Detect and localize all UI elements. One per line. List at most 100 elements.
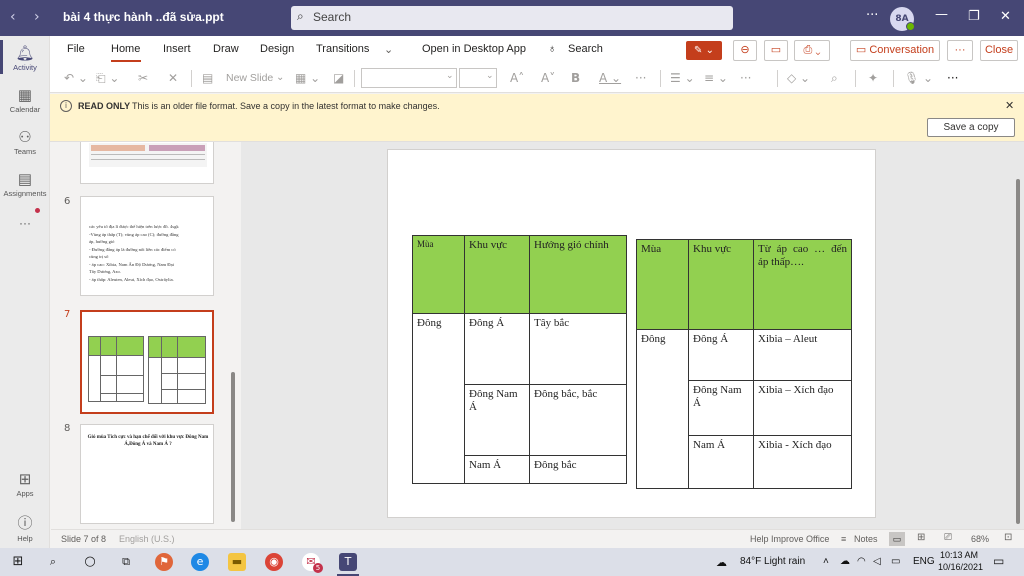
new-slide-icon[interactable]: ▤ [202,71,213,85]
slide-thumbnail-7[interactable] [80,310,214,414]
notes-icon[interactable]: ≡ [841,534,846,544]
chevron-up-icon[interactable]: ˄ [823,556,829,567]
rail-calendar[interactable]: ▦ Calendar [0,86,50,114]
font-color-icon[interactable]: A ⌄ [599,71,621,85]
chevron-down-icon[interactable]: ⌄ [276,72,284,83]
close-window-icon[interactable]: ✕ [1000,9,1011,24]
rail-assignments[interactable]: ▤ Assignments [0,170,50,198]
rail-more[interactable]: ··· [0,216,50,230]
network-icon[interactable]: ☁ [840,556,850,567]
close-icon[interactable]: ✕ [1005,99,1014,112]
app-icon[interactable]: ⚑ [155,553,173,571]
minimize-icon[interactable]: — [935,7,948,22]
tab-home[interactable]: Home [111,43,140,55]
zoom-level[interactable]: 68% [971,534,989,544]
slideshow-icon[interactable]: ⎚ [944,532,952,543]
close-button[interactable]: Close [980,40,1018,61]
weather-icon[interactable]: ☁ [716,556,727,569]
dictate-icon[interactable]: 🎙︎ ⌄ [904,71,933,85]
bullets-icon[interactable]: ☰ ⌄ [670,71,695,85]
tab-draw[interactable]: Draw [213,43,239,55]
more-options-icon[interactable]: ··· [866,8,878,23]
slide-sorter-icon[interactable]: ⊞ [917,532,925,543]
pressure-table[interactable]: Mùa Khu vực Từ áp cao … đến áp thấp…. Đô… [636,239,852,489]
more-toolbar-icon[interactable]: ··· [947,71,958,85]
layout-icon[interactable]: ▦ ⌄ [295,71,320,85]
task-view-icon[interactable]: ⧉ [117,553,135,571]
new-slide-button[interactable]: New Slide [226,72,273,84]
notification-center-icon[interactable]: ▭ [993,554,1004,568]
bold-icon[interactable]: B [571,71,580,85]
shapes-icon[interactable]: ◇ ⌄ [787,71,810,85]
more-tabs-chevron-icon[interactable]: ⌄ [384,43,393,56]
table-cell: Nam Á [688,435,754,489]
font-family-select[interactable]: ⌄ [361,68,457,88]
slide[interactable]: Mùa Khu vực Hướng gió chính Đông Đông Á … [387,149,876,518]
tab-transitions[interactable]: Transitions [316,43,369,55]
help-improve-office-link[interactable]: Help Improve Office [750,534,829,544]
notes-button[interactable]: Notes [854,534,878,544]
designer-icon[interactable]: ✦ [868,71,878,85]
cortana-icon[interactable]: ○ [81,553,99,571]
align-icon[interactable]: ≡ ⌄ [704,71,728,85]
file-explorer-icon[interactable]: ▬ [228,553,246,571]
clock-date[interactable]: 10/16/2021 [938,562,983,572]
thumbnail-scrollbar[interactable] [231,372,235,522]
increase-font-icon[interactable]: A˄ [510,71,524,85]
present-button[interactable]: ✎ ⌄ [686,41,722,60]
conversation-button[interactable]: ▭ Conversation [850,40,940,61]
tab-insert[interactable]: Insert [163,43,191,55]
teams-app-icon[interactable]: T [339,553,357,571]
slide-thumbnail-8[interactable]: Gió mùa Tích cực và hạn chế đối với khu … [80,424,214,524]
forward-icon[interactable]: › [34,9,40,25]
avatar[interactable]: 8A [890,7,915,31]
clock-time[interactable]: 10:13 AM [940,550,978,560]
tab-file[interactable]: File [67,43,85,55]
rail-activity[interactable]: 🔔︎ Activity [0,44,50,72]
language-indicator[interactable]: English (U.S.) [119,534,175,544]
rail-apps[interactable]: ⊞ Apps [0,470,50,498]
more-font-icon[interactable]: ··· [635,71,646,85]
rail-teams[interactable]: ⚇ Teams [0,128,50,156]
status-bar: Slide 7 of 8 English (U.S.) Help Improve… [51,529,1024,548]
wifi-icon[interactable]: ◠ [857,556,866,567]
volume-icon[interactable]: ◁ [873,556,881,567]
canvas-scrollbar[interactable] [1016,179,1020,524]
more-ribbon-button[interactable]: ··· [947,40,973,61]
windows-start-icon[interactable]: ⊞ [9,553,27,571]
format-painter-icon[interactable]: ✂ [138,71,148,85]
clear-icon[interactable]: ✕ [168,71,178,85]
tab-design[interactable]: Design [260,43,294,55]
chrome-browser-icon[interactable]: ◉ [265,553,283,571]
rail-help[interactable]: ⓘ Help [0,512,50,543]
thumb-line: Tây Dương, Azo. [89,269,121,274]
slide-thumbnail-6[interactable]: các yếu tố địa lí được thể hiện trên lượ… [80,196,214,296]
thumb-line: cùng trị số [89,254,109,259]
table-cell-season: Đông [636,329,689,489]
wind-table[interactable]: Mùa Khu vực Hướng gió chính Đông Đông Á … [412,235,627,484]
edge-browser-icon[interactable]: e [191,553,209,571]
battery-icon[interactable]: ▭ [891,556,900,567]
normal-view-icon[interactable]: ▭ [889,532,905,546]
paste-icon[interactable]: ⎗ ⌄ [96,71,119,86]
tell-me-search[interactable]: Search [568,43,603,55]
more-paragraph-icon[interactable]: ··· [740,71,751,85]
back-icon[interactable]: ‹ [10,9,16,25]
font-size-select[interactable]: ⌄ [459,68,497,88]
search-input[interactable]: ⌕ Search [291,6,733,30]
decrease-font-icon[interactable]: A˅ [541,71,555,85]
slide-thumbnail-5[interactable] [80,142,214,184]
open-desktop-app-button[interactable]: Open in Desktop App [422,43,526,55]
language-indicator[interactable]: ENG [913,556,935,567]
comment-icon[interactable]: ▭ [764,40,788,61]
fit-slide-icon[interactable]: ⊡ [1004,532,1012,543]
share-link-icon[interactable]: ⊖ [733,40,757,61]
weather-text[interactable]: 84°F Light rain [740,556,805,567]
save-copy-button[interactable]: Save a copy [927,118,1015,137]
maximize-icon[interactable]: ❐ [968,9,980,24]
format-background-icon[interactable]: ◪ [333,71,344,85]
search-icon[interactable]: ⌕ [44,553,62,571]
present-options-icon[interactable]: ⎙ ⌄ [794,40,830,61]
find-icon[interactable]: ⌕ [831,71,838,86]
undo-icon[interactable]: ↶ ⌄ [64,71,88,85]
